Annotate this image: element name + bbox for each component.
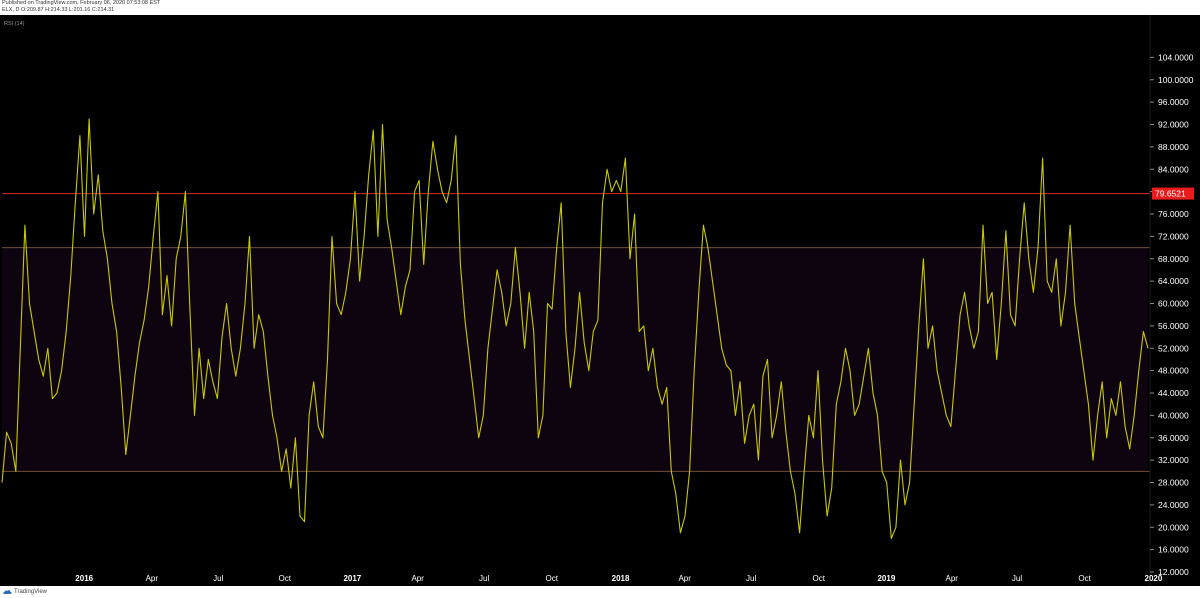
x-tick-label: Oct [813, 574, 826, 583]
y-tick-label: 104.0000 [1158, 52, 1194, 62]
x-tick-label: Oct [279, 574, 292, 583]
y-tick-label: 16.0000 [1158, 545, 1189, 555]
y-tick-label: 32.0000 [1158, 455, 1189, 465]
y-tick-label: 40.0000 [1158, 410, 1189, 420]
x-tick-label: Jul [479, 574, 489, 583]
y-tick-label: 72.0000 [1158, 231, 1189, 241]
rsi-band-fill [2, 247, 1148, 472]
x-tick-label: Oct [1078, 574, 1091, 583]
y-tick-label: 92.0000 [1158, 120, 1189, 130]
x-tick-label: Apr [146, 574, 159, 583]
y-tick-label: 36.0000 [1158, 433, 1189, 443]
y-tick-label: 68.0000 [1158, 254, 1189, 264]
x-tick-label: 2016 [75, 574, 93, 583]
y-tick-label: 44.0000 [1158, 388, 1189, 398]
y-tick-label: 60.0000 [1158, 299, 1189, 309]
y-tick-label: 84.0000 [1158, 164, 1189, 174]
footer-brand: TradingView [3, 587, 47, 597]
x-tick-label: 2018 [612, 574, 630, 583]
indicator-label: RSI (14) [4, 21, 25, 27]
published-note: Published on TradingView.com, February 0… [2, 0, 161, 6]
y-tick-label: 56.0000 [1158, 321, 1189, 331]
y-tick-label: 100.0000 [1158, 75, 1194, 85]
x-tick-label: Apr [678, 574, 691, 583]
x-tick-label: Apr [945, 574, 958, 583]
x-tick-label: Apr [411, 574, 424, 583]
y-tick-label: 76.0000 [1158, 209, 1189, 219]
y-tick-label: 52.0000 [1158, 343, 1189, 353]
y-axis-ticks: 104.0000 100.0000 96.0000 92.0000 88.0000 84.… [1150, 52, 1194, 577]
x-tick-label: Jul [213, 574, 223, 583]
brand-name: TradingView [14, 589, 48, 595]
y-tick-label: 24.0000 [1158, 500, 1189, 510]
y-tick-label: 64.0000 [1158, 276, 1189, 286]
x-tick-label: 2019 [877, 574, 895, 583]
y-tick-label: 96.0000 [1158, 97, 1189, 107]
y-tick-label: 12.0000 [1158, 567, 1189, 577]
last-value-label: 79.6521 [1155, 189, 1186, 199]
x-tick-label: Oct [546, 574, 559, 583]
x-tick-label: 2017 [343, 574, 361, 583]
x-axis-ticks: 2016 Apr Jul Oct 2017 Apr Jul Oct 2018 Apr Jul Oct 2… [75, 574, 1163, 583]
y-tick-label: 20.0000 [1158, 522, 1189, 532]
y-tick-label: 88.0000 [1158, 142, 1189, 152]
cloud-logo-icon [3, 589, 12, 595]
x-tick-label: 2020 [1145, 574, 1163, 583]
symbol-ohlc-line: ELX, D O:209.87 H:214.33 L:201.16 C:214.… [2, 7, 115, 13]
chart-pane[interactable]: 104.0000 100.0000 96.0000 92.0000 88.0000 84.… [0, 15, 1200, 586]
rsi-chart[interactable]: 104.0000 100.0000 96.0000 92.0000 88.0000 84.… [0, 15, 1200, 586]
x-tick-label: Jul [1012, 574, 1022, 583]
x-tick-label: Jul [746, 574, 756, 583]
y-tick-label: 28.0000 [1158, 478, 1189, 488]
y-tick-label: 48.0000 [1158, 366, 1189, 376]
